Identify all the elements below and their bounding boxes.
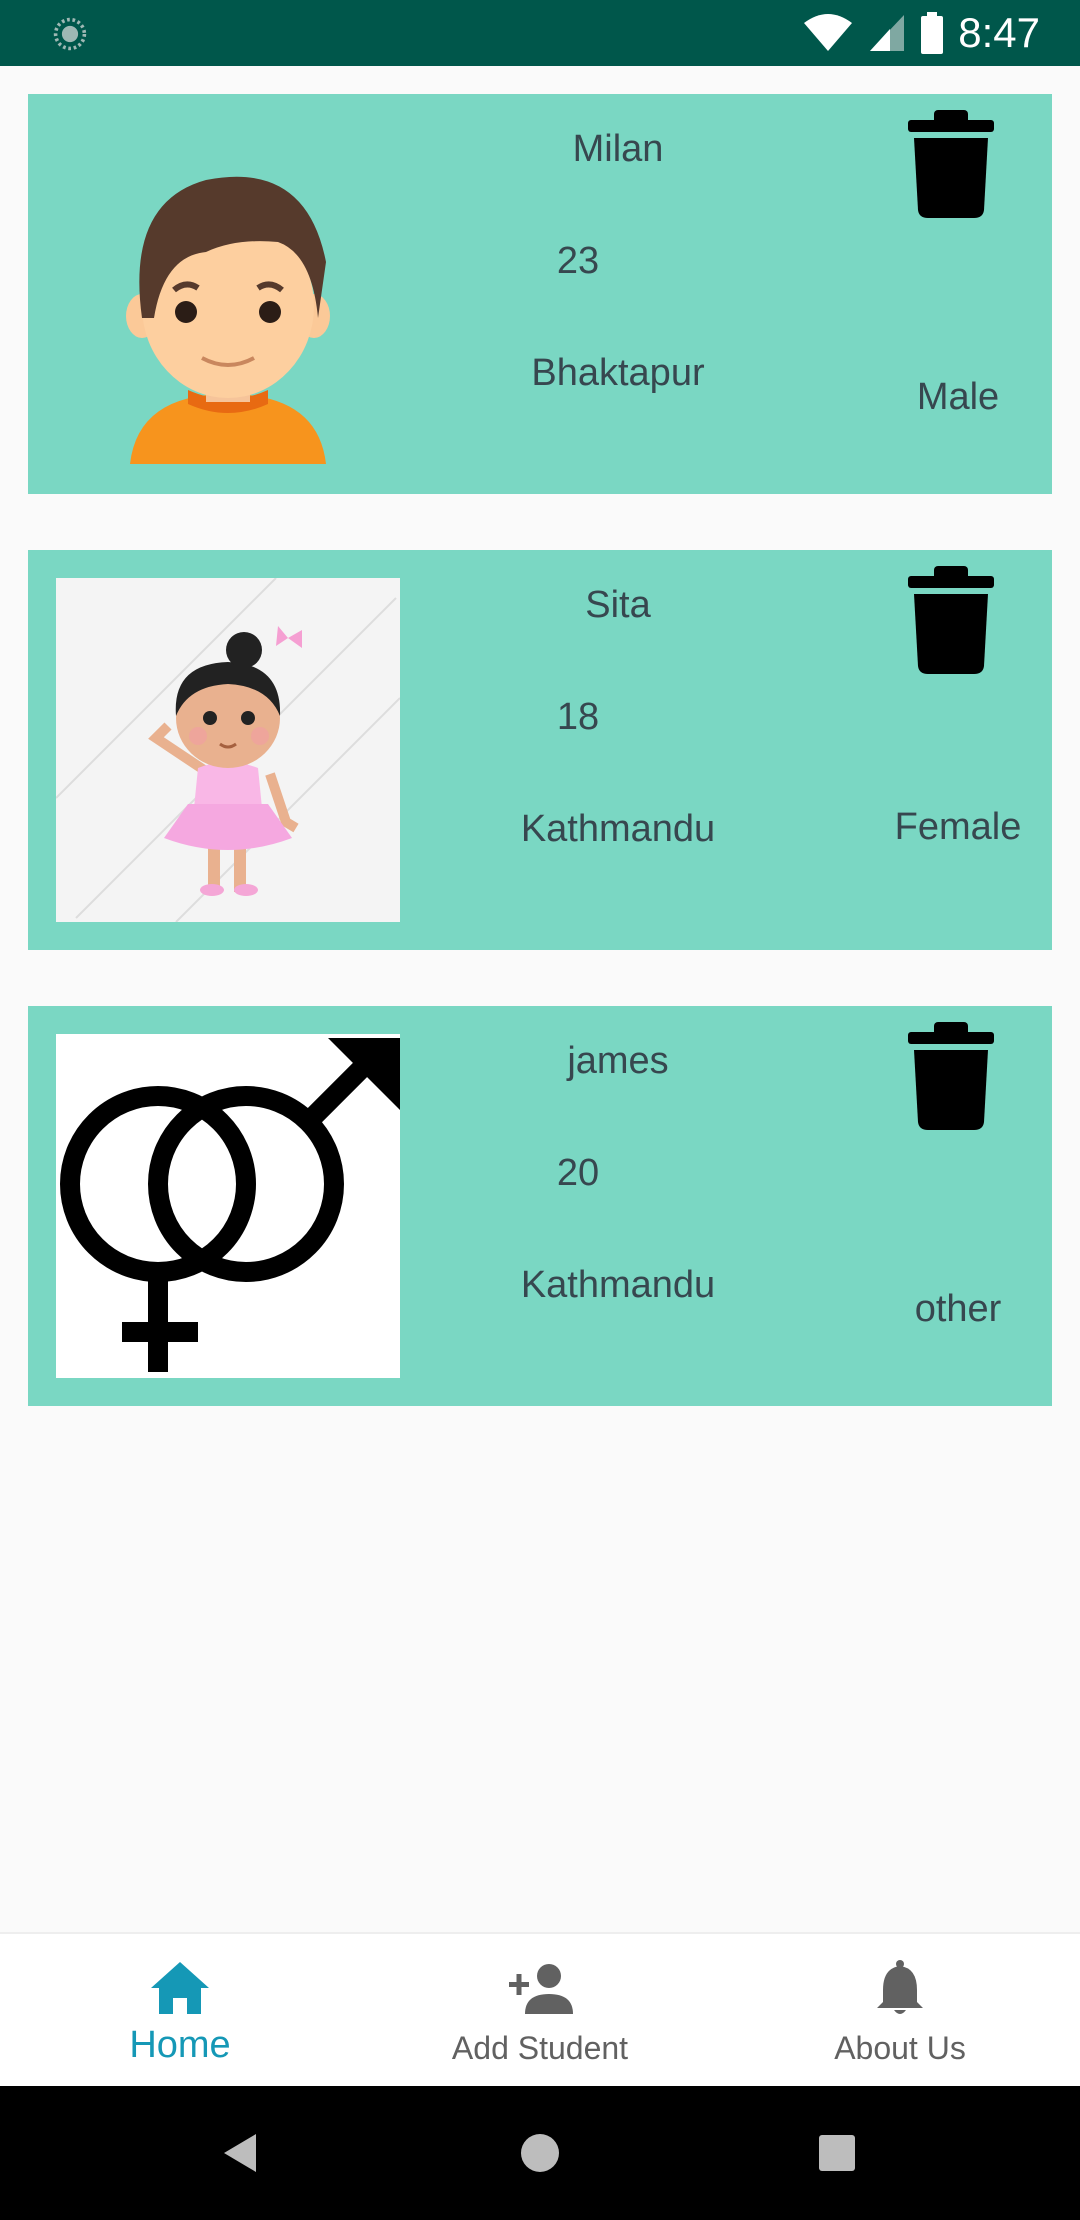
nav-label-add-student: Add Student: [451, 2030, 629, 2066]
status-bar: 8:47: [0, 0, 1080, 66]
delete-icon[interactable]: [908, 1022, 994, 1130]
nav-label-home: Home: [129, 2024, 231, 2066]
nav-item-about-us[interactable]: About Us: [720, 1934, 1080, 2088]
student-address: Kathmandu: [520, 1264, 716, 1306]
status-time: 8:47: [958, 9, 1040, 56]
battery-icon: [921, 12, 944, 54]
nav-item-add-student[interactable]: Add Student: [360, 1934, 720, 2088]
bottom-navigation: Home Add Student About Us: [0, 1932, 1080, 2086]
add-person-icon: [509, 1964, 573, 2014]
gender-symbol-image: [56, 1034, 400, 1378]
student-name: Sita: [585, 584, 651, 626]
student-card[interactable]: Sita 18 Kathmandu Female: [28, 550, 1052, 950]
student-gender: other: [914, 1288, 1002, 1330]
delete-icon[interactable]: [908, 566, 994, 674]
nav-item-home[interactable]: Home: [0, 1934, 360, 2088]
student-gender: Male: [916, 376, 1000, 418]
boy-avatar: [56, 122, 400, 466]
student-gender: Female: [894, 806, 1022, 848]
girl-avatar: [56, 578, 400, 922]
home-icon: [151, 1962, 209, 2014]
student-age: 20: [556, 1152, 600, 1194]
home-circle-icon[interactable]: [515, 2128, 565, 2178]
app-notification-icon: [53, 17, 87, 51]
status-icons: 8:47: [802, 0, 1040, 66]
bell-icon: [877, 1960, 923, 2014]
wifi-icon: [804, 14, 853, 51]
student-card[interactable]: Milan 23 Bhaktapur Male: [28, 94, 1052, 494]
student-card[interactable]: james 20 Kathmandu other: [28, 1006, 1052, 1406]
delete-icon[interactable]: [908, 110, 994, 218]
student-age: 18: [556, 696, 600, 738]
student-name: james: [567, 1040, 669, 1082]
student-age: 23: [556, 240, 600, 282]
nav-label-about-us: About Us: [834, 2030, 966, 2066]
cellular-signal-icon: [870, 15, 905, 51]
student-address: Bhaktapur: [531, 352, 705, 394]
back-icon[interactable]: [216, 2128, 266, 2178]
recents-icon[interactable]: [812, 2128, 862, 2178]
student-address: Kathmandu: [520, 808, 716, 850]
system-navigation-bar: [0, 2086, 1080, 2220]
student-name: Milan: [572, 128, 664, 170]
